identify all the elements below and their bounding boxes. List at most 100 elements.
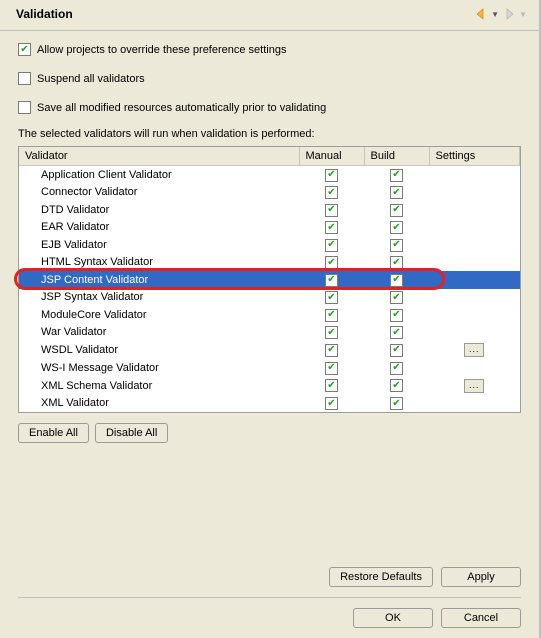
build-cell[interactable] [364,254,429,272]
checkbox-icon[interactable] [325,291,338,304]
validator-name: EJB Validator [19,236,299,254]
checkbox-icon[interactable] [325,309,338,322]
cancel-button[interactable]: Cancel [441,608,521,628]
checkbox-icon[interactable] [325,379,338,392]
validator-name: EAR Validator [19,219,299,237]
checkbox-icon[interactable] [390,397,403,410]
restore-defaults-button[interactable]: Restore Defaults [329,567,433,587]
checkbox-icon[interactable] [390,379,403,392]
table-row[interactable]: WS-I Message Validator [19,359,520,377]
table-row[interactable]: WSDL Validator... [19,341,520,359]
settings-cell [429,254,520,272]
settings-cell[interactable]: ... [429,341,520,359]
checkbox-icon[interactable] [325,256,338,269]
col-validator[interactable]: Validator [19,147,299,166]
build-cell[interactable] [364,184,429,202]
back-icon[interactable] [473,6,489,22]
manual-cell[interactable] [299,271,364,289]
table-row[interactable]: Connector Validator [19,184,520,202]
build-cell[interactable] [364,395,429,413]
enable-all-button[interactable]: Enable All [18,423,89,443]
manual-cell[interactable] [299,306,364,324]
checkbox-icon[interactable] [390,326,403,339]
manual-cell[interactable] [299,289,364,307]
disable-all-button[interactable]: Disable All [95,423,168,443]
build-cell[interactable] [364,236,429,254]
build-cell[interactable] [364,166,429,184]
table-row[interactable]: EJB Validator [19,236,520,254]
build-cell[interactable] [364,377,429,395]
table-row[interactable]: JSP Content Validator [19,271,520,289]
settings-cell[interactable]: ... [429,377,520,395]
table-row[interactable]: War Validator [19,324,520,342]
checkbox-icon[interactable] [325,169,338,182]
checkbox-icon[interactable] [390,362,403,375]
table-row[interactable]: XML Schema Validator... [19,377,520,395]
checkbox-icon[interactable] [390,309,403,322]
checkbox-icon[interactable] [325,362,338,375]
checkbox-icon[interactable] [390,239,403,252]
build-cell[interactable] [364,324,429,342]
build-cell[interactable] [364,341,429,359]
manual-cell[interactable] [299,166,364,184]
manual-cell[interactable] [299,377,364,395]
col-build[interactable]: Build [364,147,429,166]
checkbox-icon[interactable] [18,101,31,114]
checkbox-icon[interactable] [325,186,338,199]
checkbox-icon[interactable] [390,221,403,234]
allow-override-option[interactable]: Allow projects to override these prefere… [18,43,521,56]
manual-cell[interactable] [299,395,364,413]
checkbox-icon[interactable] [325,344,338,357]
save-modified-option[interactable]: Save all modified resources automaticall… [18,101,521,114]
suspend-all-label: Suspend all validators [37,73,145,85]
col-manual[interactable]: Manual [299,147,364,166]
manual-cell[interactable] [299,219,364,237]
settings-button[interactable]: ... [464,343,484,357]
manual-cell[interactable] [299,184,364,202]
checkbox-icon[interactable] [325,239,338,252]
back-dropdown-icon[interactable]: ▼ [491,10,499,19]
checkbox-icon[interactable] [325,274,338,287]
checkbox-icon[interactable] [390,186,403,199]
manual-cell[interactable] [299,236,364,254]
manual-cell[interactable] [299,201,364,219]
build-cell[interactable] [364,201,429,219]
forward-dropdown-icon[interactable]: ▼ [519,10,527,19]
build-cell[interactable] [364,289,429,307]
col-settings[interactable]: Settings [429,147,520,166]
manual-cell[interactable] [299,359,364,377]
checkbox-icon[interactable] [325,397,338,410]
build-cell[interactable] [364,219,429,237]
table-row[interactable]: ModuleCore Validator [19,306,520,324]
checkbox-icon[interactable] [390,274,403,287]
checkbox-icon[interactable] [390,169,403,182]
build-cell[interactable] [364,359,429,377]
manual-cell[interactable] [299,254,364,272]
settings-button[interactable]: ... [464,379,484,393]
checkbox-icon[interactable] [18,72,31,85]
build-cell[interactable] [364,271,429,289]
checkbox-icon[interactable] [18,43,31,56]
table-row[interactable]: JSP Syntax Validator [19,289,520,307]
manual-cell[interactable] [299,341,364,359]
checkbox-icon[interactable] [390,204,403,217]
table-row[interactable]: EAR Validator [19,219,520,237]
checkbox-icon[interactable] [325,326,338,339]
validator-name: HTML Syntax Validator [19,254,299,272]
table-row[interactable]: XML Validator [19,395,520,413]
ok-button[interactable]: OK [353,608,433,628]
checkbox-icon[interactable] [325,204,338,217]
apply-button[interactable]: Apply [441,567,521,587]
checkbox-icon[interactable] [390,256,403,269]
build-cell[interactable] [364,306,429,324]
checkbox-icon[interactable] [325,221,338,234]
forward-icon[interactable] [501,6,517,22]
manual-cell[interactable] [299,324,364,342]
table-row[interactable]: Application Client Validator [19,166,520,184]
save-modified-label: Save all modified resources automaticall… [37,102,326,114]
checkbox-icon[interactable] [390,344,403,357]
table-row[interactable]: DTD Validator [19,201,520,219]
table-row[interactable]: HTML Syntax Validator [19,254,520,272]
suspend-all-option[interactable]: Suspend all validators [18,72,521,85]
checkbox-icon[interactable] [390,291,403,304]
